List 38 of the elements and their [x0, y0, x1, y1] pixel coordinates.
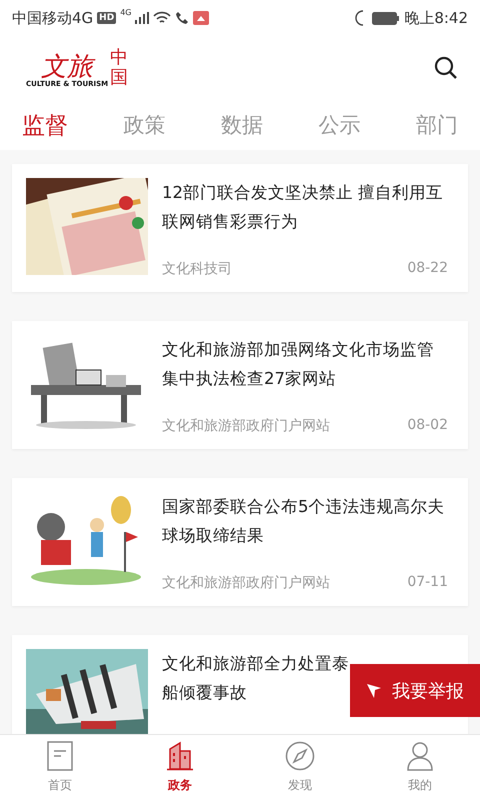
compass-icon [285, 741, 315, 771]
news-date: 08-02 [407, 417, 448, 435]
news-title: 联网销售彩票行为 [162, 211, 298, 233]
battery-icon [372, 12, 400, 24]
news-card[interactable]: 文化和旅游部加强网络文化市场监管 集中执法检查27家网站 文化和旅游部政府门户网站 08-02 [12, 321, 468, 449]
news-date: 07-11 [407, 574, 448, 592]
news-title: 船倾覆事故 [162, 682, 247, 704]
news-title: 12部门联合发文坚决禁止 擅自利用互 [162, 182, 444, 204]
flag-icon [366, 682, 382, 698]
news-title: 文化和旅游部全力处置泰 [162, 653, 349, 675]
building-icon [165, 741, 195, 771]
news-date: 08-22 [407, 260, 448, 278]
news-title: 集中执法检查27家网站 [162, 368, 336, 390]
nav-tab[interactable]: 我的 [360, 735, 480, 800]
status-time: 晚上8:42 [404, 8, 468, 28]
nav-tab[interactable]: 发现 [240, 735, 360, 800]
category-tab[interactable]: 监督 [22, 110, 68, 140]
news-source: 文化和旅游部政府门户网站 [162, 574, 330, 592]
news-source: 文化和旅游部政府门户网站 [162, 417, 330, 435]
nav-tab[interactable]: 首页 [0, 735, 120, 800]
phone-icon [175, 11, 190, 25]
document-icon [47, 741, 73, 771]
carrier-name: 中国移动4G [12, 8, 94, 28]
report-button-overlay[interactable]: 我要举报 [350, 664, 480, 717]
app-notification-icon [193, 11, 210, 25]
news-card[interactable]: 国家部委联合公布5个违法违规高尔夫 球场取缔结果 文化和旅游部政府门户网站 07-11 [12, 478, 468, 606]
news-title: 文化和旅游部加强网络文化市场监管 [162, 339, 434, 361]
wifi-icon [153, 11, 172, 25]
news-title: 球场取缔结果 [162, 525, 264, 547]
person-icon [407, 741, 433, 771]
search-icon[interactable] [434, 56, 458, 80]
hd-badge: HD [97, 12, 116, 24]
network-type: 4G [120, 8, 132, 17]
news-source: 文化科技司 [162, 260, 232, 278]
news-title: 国家部委联合公布5个违法违规高尔夫 [162, 496, 444, 518]
news-card[interactable]: 12部门联合发文坚决禁止 擅自利用互 联网销售彩票行为 文化科技司 08-22 [12, 164, 468, 292]
nav-tab[interactable]: 政务 [120, 735, 240, 800]
signal-icon [135, 12, 150, 24]
